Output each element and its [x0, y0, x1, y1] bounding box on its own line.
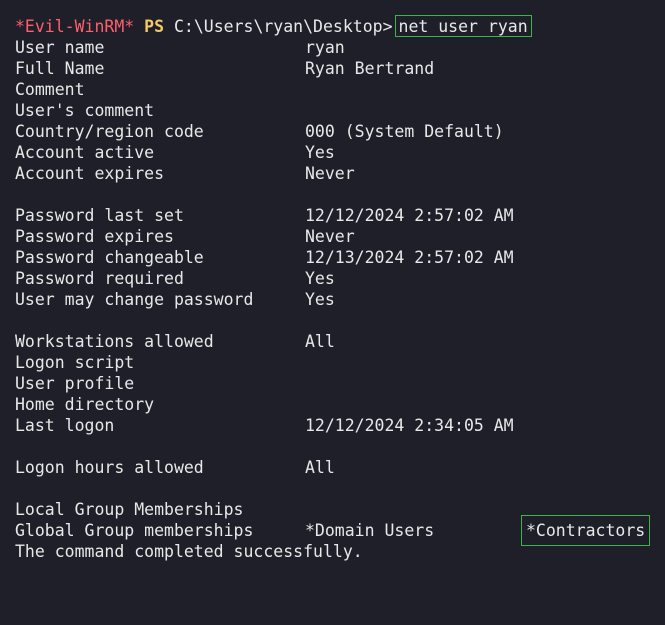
- output-footer: The command completed successfully.: [15, 541, 363, 562]
- footer-text: The command completed successfully.: [15, 542, 363, 561]
- row-label: Password changeable: [15, 248, 204, 267]
- row-value: *Domain Users: [305, 521, 435, 540]
- row-label: User's comment: [15, 101, 155, 120]
- row-value: All: [305, 332, 335, 351]
- output-row-password-last-set: Password last set 12/12/2024 2:57:02 AM: [15, 205, 514, 226]
- output-row-password-required: Password required Yes: [15, 268, 335, 289]
- output-row-user-name: User name ryan: [15, 37, 345, 58]
- output-row-user-profile: User profile: [15, 373, 134, 394]
- row-label: Password expires: [15, 227, 174, 246]
- row-label: User may change password: [15, 290, 254, 309]
- row-value: Yes: [305, 290, 335, 309]
- row-label: Account expires: [15, 164, 165, 183]
- row-label: Password required: [15, 269, 184, 288]
- row-value: All: [305, 458, 335, 477]
- command-input[interactable]: net user ryan: [394, 15, 532, 37]
- row-value: 12/12/2024 2:34:05 AM: [305, 416, 514, 435]
- row-label: User profile: [15, 374, 135, 393]
- row-label: Password last set: [15, 206, 184, 225]
- row-label: Last logon: [15, 416, 115, 435]
- row-label: Local Group Memberships: [15, 500, 244, 519]
- row-label: Full Name: [15, 59, 105, 78]
- row-value: Ryan Bertrand: [305, 59, 435, 78]
- row-label: Account active: [15, 143, 155, 162]
- row-label: Logon script: [15, 353, 135, 372]
- row-label: Comment: [15, 80, 85, 99]
- row-value: 12/12/2024 2:57:02 AM: [305, 206, 514, 225]
- output-row-last-logon: Last logon 12/12/2024 2:34:05 AM: [15, 415, 514, 436]
- row-value: Never: [305, 227, 355, 246]
- output-row-users-comment: User's comment: [15, 100, 154, 121]
- row-value: Yes: [305, 269, 335, 288]
- prompt-line: *Evil-WinRM* PS C:\Users\ryan\Desktop> ne…: [15, 15, 532, 39]
- output-row-password-changeable: Password changeable 12/13/2024 2:57:02 A…: [15, 247, 514, 268]
- output-row-password-expires: Password expires Never: [15, 226, 355, 247]
- row-label: Home directory: [15, 395, 155, 414]
- output-row-full-name: Full Name Ryan Bertrand: [15, 58, 434, 79]
- prompt-path: C:\Users\ryan\Desktop>: [173, 17, 393, 36]
- row-value: 12/13/2024 2:57:02 AM: [305, 248, 514, 267]
- row-label: Global Group memberships: [15, 521, 254, 540]
- highlight-box: *Contractors: [521, 515, 651, 546]
- output-row-country-code: Country/region code 000 (System Default): [15, 121, 504, 142]
- highlighted-group-contractors: *Contractors: [521, 515, 651, 546]
- terminal-window[interactable]: *Evil-WinRM* PS C:\Users\ryan\Desktop> ne…: [0, 0, 665, 570]
- prompt-host: *Evil-WinRM*: [15, 17, 135, 36]
- row-value: Never: [305, 164, 355, 183]
- row-label: Country/region code: [15, 122, 204, 141]
- row-label: User name: [15, 38, 105, 57]
- output-row-workstations-allowed: Workstations allowed All: [15, 331, 335, 352]
- output-row-local-group-memberships: Local Group Memberships: [15, 499, 243, 520]
- row-label: Workstations allowed: [15, 332, 214, 351]
- row-value: Yes: [305, 143, 335, 162]
- prompt-shell: PS: [144, 17, 165, 36]
- output-row-account-expires: Account expires Never: [15, 163, 355, 184]
- row-label: Logon hours allowed: [15, 458, 204, 477]
- row-value: ryan: [305, 38, 345, 57]
- output-row-comment: Comment: [15, 79, 85, 100]
- output-row-user-may-change-password: User may change password Yes: [15, 289, 335, 310]
- output-row-global-group-memberships: Global Group memberships *Domain Users *…: [15, 515, 651, 546]
- output-row-logon-script: Logon script: [15, 352, 134, 373]
- output-row-home-directory: Home directory: [15, 394, 154, 415]
- output-row-account-active: Account active Yes: [15, 142, 335, 163]
- output-row-logon-hours-allowed: Logon hours allowed All: [15, 457, 335, 478]
- row-value: 000 (System Default): [305, 122, 504, 141]
